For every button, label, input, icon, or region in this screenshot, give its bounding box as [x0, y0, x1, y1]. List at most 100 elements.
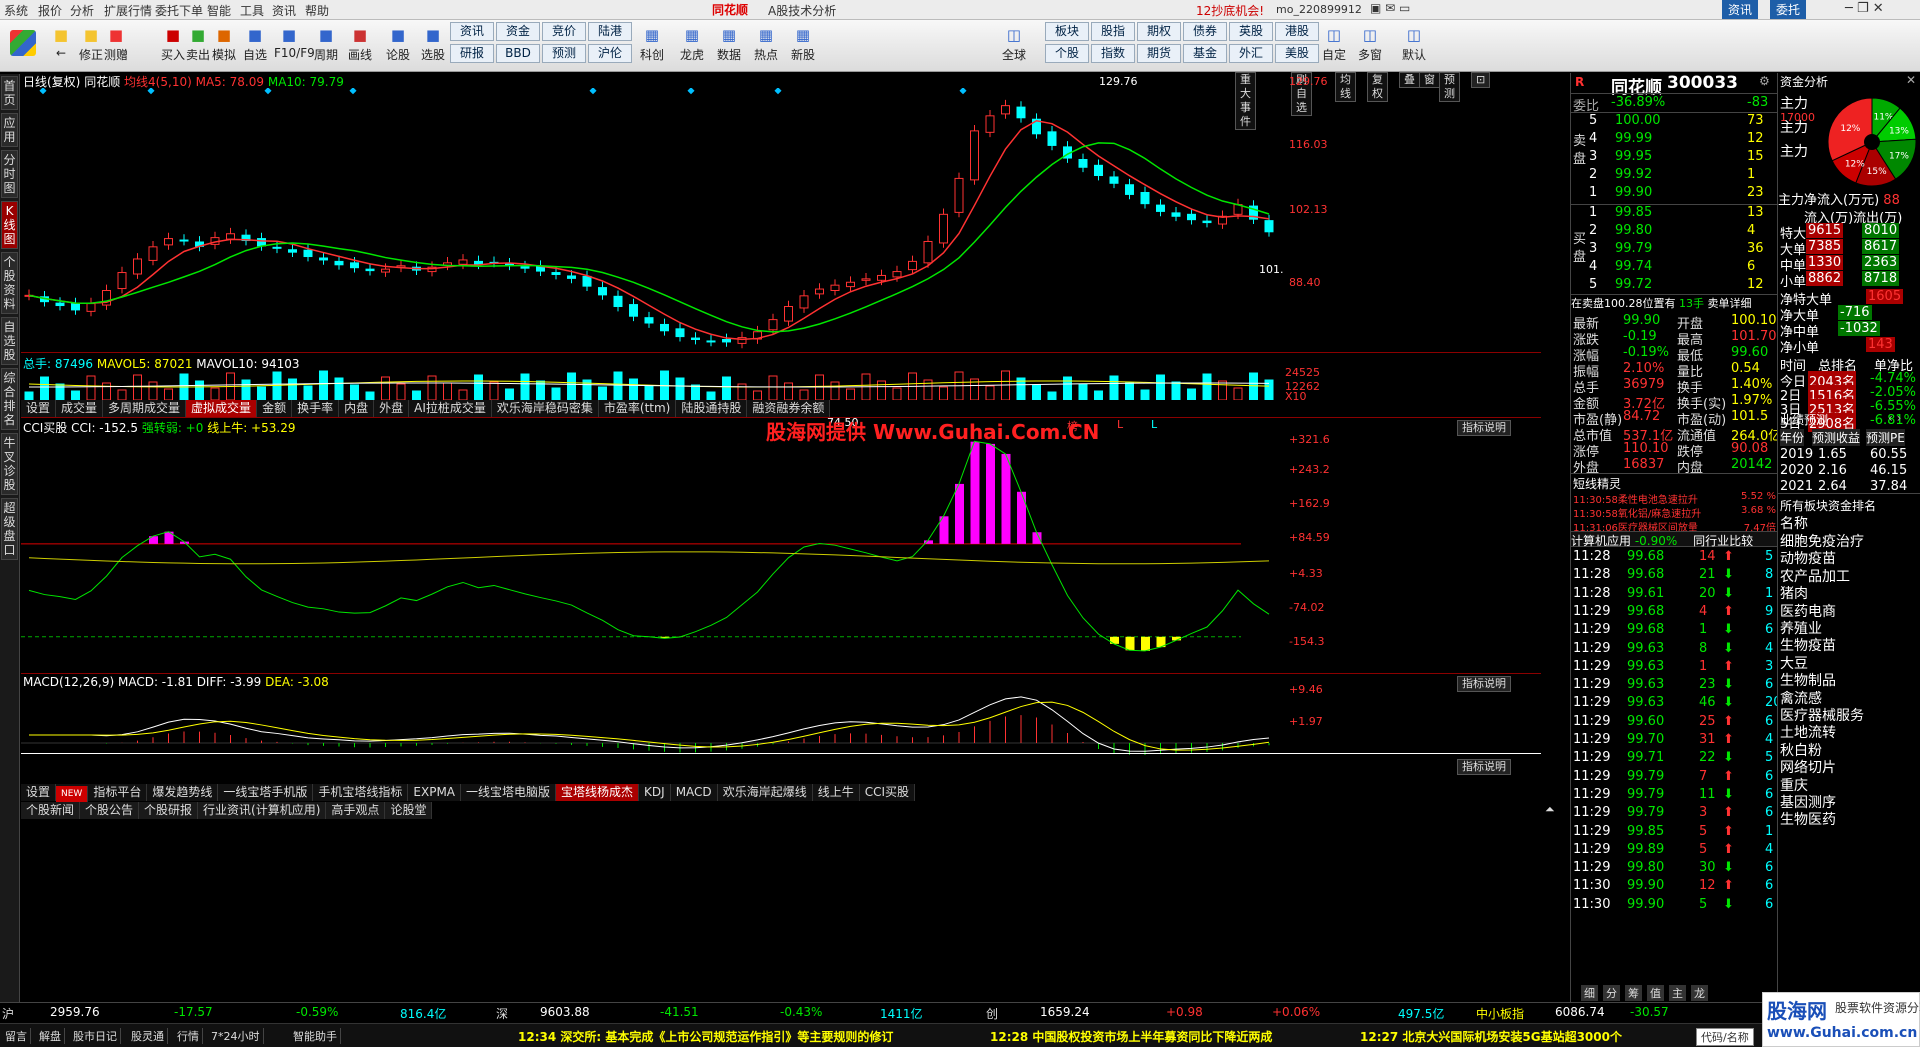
ind-tab-12[interactable]: 线上牛	[813, 784, 860, 801]
news-btn-5[interactable]: 7*24小时	[208, 1028, 264, 1044]
industry-compare[interactable]: 同行业比较	[1693, 534, 1753, 548]
leftnav-1[interactable]: 应用	[1, 113, 18, 147]
market-b-1[interactable]: 指数	[1091, 44, 1135, 63]
leftnav-0[interactable]: 首页	[1, 76, 18, 110]
market-b-2[interactable]: 期货	[1137, 44, 1181, 63]
ind-tab-9[interactable]: KDJ	[639, 784, 671, 801]
tool-tail-3[interactable]: ◫ 默认	[1396, 24, 1432, 70]
quote-tab-4[interactable]: 主	[1669, 985, 1686, 1001]
vol-tab-10[interactable]: 市盈率(ttm)	[599, 400, 677, 417]
leftnav-5[interactable]: 自选股	[1, 317, 18, 365]
news-item-2[interactable]: 12:27 北京大兴国际机场安装5G基站超3000个	[1360, 1028, 1622, 1045]
vol-tab-0[interactable]: 设置	[21, 400, 57, 417]
market-b-0[interactable]: 个股	[1045, 44, 1089, 63]
vol-tab-9[interactable]: 欢乐海岸稳码密集	[492, 400, 599, 417]
sell-price[interactable]: 99.95	[1615, 149, 1652, 164]
macd-help-button-2[interactable]: 指标说明	[1457, 759, 1511, 775]
vol-tab-3[interactable]: 虚拟成交量	[186, 400, 258, 417]
buy-price[interactable]: 99.72	[1615, 277, 1652, 292]
ind-tab-5[interactable]: 手机宝塔线指标	[313, 784, 409, 801]
trade-button[interactable]: 委托	[1770, 0, 1807, 19]
news-tab-3[interactable]: 行业资讯(计算机应用)	[198, 802, 327, 819]
tool-small-6[interactable]: 预测	[542, 44, 586, 63]
tool-mock-button[interactable]: ■ 模拟	[209, 24, 239, 70]
market-a-1[interactable]: 股指	[1091, 22, 1135, 41]
volume-chart[interactable]	[21, 368, 1285, 400]
buy-price[interactable]: 99.80	[1615, 223, 1652, 238]
tool-small-3[interactable]: 陆港	[588, 22, 632, 41]
vol-tab-2[interactable]: 多周期成交量	[103, 400, 187, 417]
kline-btn-4[interactable]: 叠	[1399, 72, 1420, 88]
tool-f10-button[interactable]: ■ F10/F9	[274, 24, 315, 70]
sell-price[interactable]: 99.92	[1615, 167, 1652, 182]
vol-tab-8[interactable]: AI拉桩成交量	[409, 400, 492, 417]
leftnav-7[interactable]: 牛叉诊股	[1, 433, 18, 495]
news-item-0[interactable]: 12:34 深交所: 基本完成《上市公司规范运作指引》等主要规则的修订	[518, 1028, 893, 1045]
quote-tab-1[interactable]: 分	[1603, 985, 1620, 1001]
info-bar-detail[interactable]: 卖单详细	[1708, 297, 1752, 310]
quote-tab-5[interactable]: 龙	[1691, 985, 1708, 1001]
leftnav-8[interactable]: 超级盘口	[1, 498, 18, 560]
tool-down-button[interactable]: ■ 测赠	[101, 24, 131, 70]
news-tab-5[interactable]: 论股堂	[385, 802, 433, 819]
tool-mid-2[interactable]: ▦ 数据	[712, 24, 746, 70]
macd-help-button[interactable]: 指标说明	[1457, 676, 1511, 692]
menu-6[interactable]: 工具	[240, 2, 264, 19]
buy-price[interactable]: 99.74	[1615, 259, 1652, 274]
dxjl-row[interactable]: 11:30:58柔性电池急速拉升 5.52 %	[1573, 491, 1776, 506]
news-btn-4[interactable]: 行情	[174, 1028, 203, 1044]
kline-lock-icon[interactable]: ⊡	[1471, 72, 1491, 88]
menu-1[interactable]: 报价	[38, 2, 62, 19]
leftnav-3[interactable]: K线图	[1, 201, 18, 249]
news-btn-6[interactable]: 智能助手	[290, 1028, 341, 1044]
ind-tab-1[interactable]: NEW	[56, 786, 89, 803]
market-a-2[interactable]: 期权	[1137, 22, 1181, 41]
tool-small-0[interactable]: 资讯	[450, 22, 494, 41]
menu-7[interactable]: 资讯	[272, 2, 296, 19]
ind-tab-10[interactable]: MACD	[671, 784, 718, 801]
market-b-4[interactable]: 外汇	[1229, 44, 1273, 63]
news-tab-2[interactable]: 个股研报	[139, 802, 199, 819]
news-tab-4[interactable]: 高手观点	[326, 802, 386, 819]
tool-period-button[interactable]: ■ 周期	[311, 24, 341, 70]
news-tab-0[interactable]: 个股新闻	[21, 802, 81, 819]
tool-small-2[interactable]: 竞价	[542, 22, 586, 41]
tool-small-4[interactable]: 研报	[450, 44, 494, 63]
menu-8[interactable]: 帮助	[305, 2, 329, 19]
status-cell[interactable]: 创	[986, 1005, 998, 1022]
ind-tab-6[interactable]: EXPMA	[408, 784, 462, 801]
ind-tab-0[interactable]: 设置	[21, 784, 57, 801]
news-item-1[interactable]: 12:28 中国股权投资市场上半年募资同比下降近两成	[990, 1028, 1272, 1045]
news-button[interactable]: 资讯	[1722, 0, 1759, 19]
quote-tab-2[interactable]: 筹	[1625, 985, 1642, 1001]
vol-tab-11[interactable]: 陆股通持股	[676, 400, 748, 417]
promo-link[interactable]: 12抄底机会!	[1196, 2, 1264, 19]
tool-small-7[interactable]: 沪伦	[588, 44, 632, 63]
status-cell[interactable]: 沪	[2, 1005, 14, 1022]
scroll-up-icon[interactable]: ⏶	[1545, 802, 1555, 817]
news-btn-1[interactable]: 解盘	[36, 1028, 65, 1044]
cci-help-button[interactable]: 指标说明	[1457, 420, 1511, 436]
leftnav-4[interactable]: 个股资料	[1, 252, 18, 314]
menu-2[interactable]: 分析	[70, 2, 94, 19]
window-icons[interactable]: ▣ ✉ ▭	[1370, 1, 1410, 15]
window-controls[interactable]: ─ ❐ ✕	[1845, 1, 1884, 16]
news-tab-1[interactable]: 个股公告	[80, 802, 140, 819]
menu-5[interactable]: 智能	[207, 2, 231, 19]
tool-mid-0[interactable]: ▦ 科创	[635, 24, 669, 70]
buy-price[interactable]: 99.79	[1615, 241, 1652, 256]
sell-price[interactable]: 99.90	[1615, 185, 1652, 200]
dxjl-row[interactable]: 11:30:58氧化铝/麻急速拉升 3.68 %	[1573, 505, 1776, 520]
code-search-input[interactable]: 代码/名称	[1696, 1028, 1754, 1046]
macd-chart[interactable]	[21, 687, 1285, 779]
tool-tail-1[interactable]: ◫ 自定	[1316, 24, 1352, 70]
tool-small-5[interactable]: BBD	[496, 44, 540, 63]
quote-tab-0[interactable]: 细	[1581, 985, 1598, 1001]
kline-btn-3[interactable]: 复权	[1367, 72, 1388, 102]
order-info-bar[interactable]: 在卖盘100.28位置有 13手 卖单详细	[1571, 295, 1778, 311]
industry-bar[interactable]: 计算机应用 -0.90% 同行业比较	[1571, 531, 1778, 548]
buy-price[interactable]: 99.85	[1615, 205, 1652, 220]
sell-price[interactable]: 100.00	[1615, 113, 1661, 128]
vol-tab-7[interactable]: 外盘	[374, 400, 410, 417]
market-a-5[interactable]: 港股	[1275, 22, 1319, 41]
